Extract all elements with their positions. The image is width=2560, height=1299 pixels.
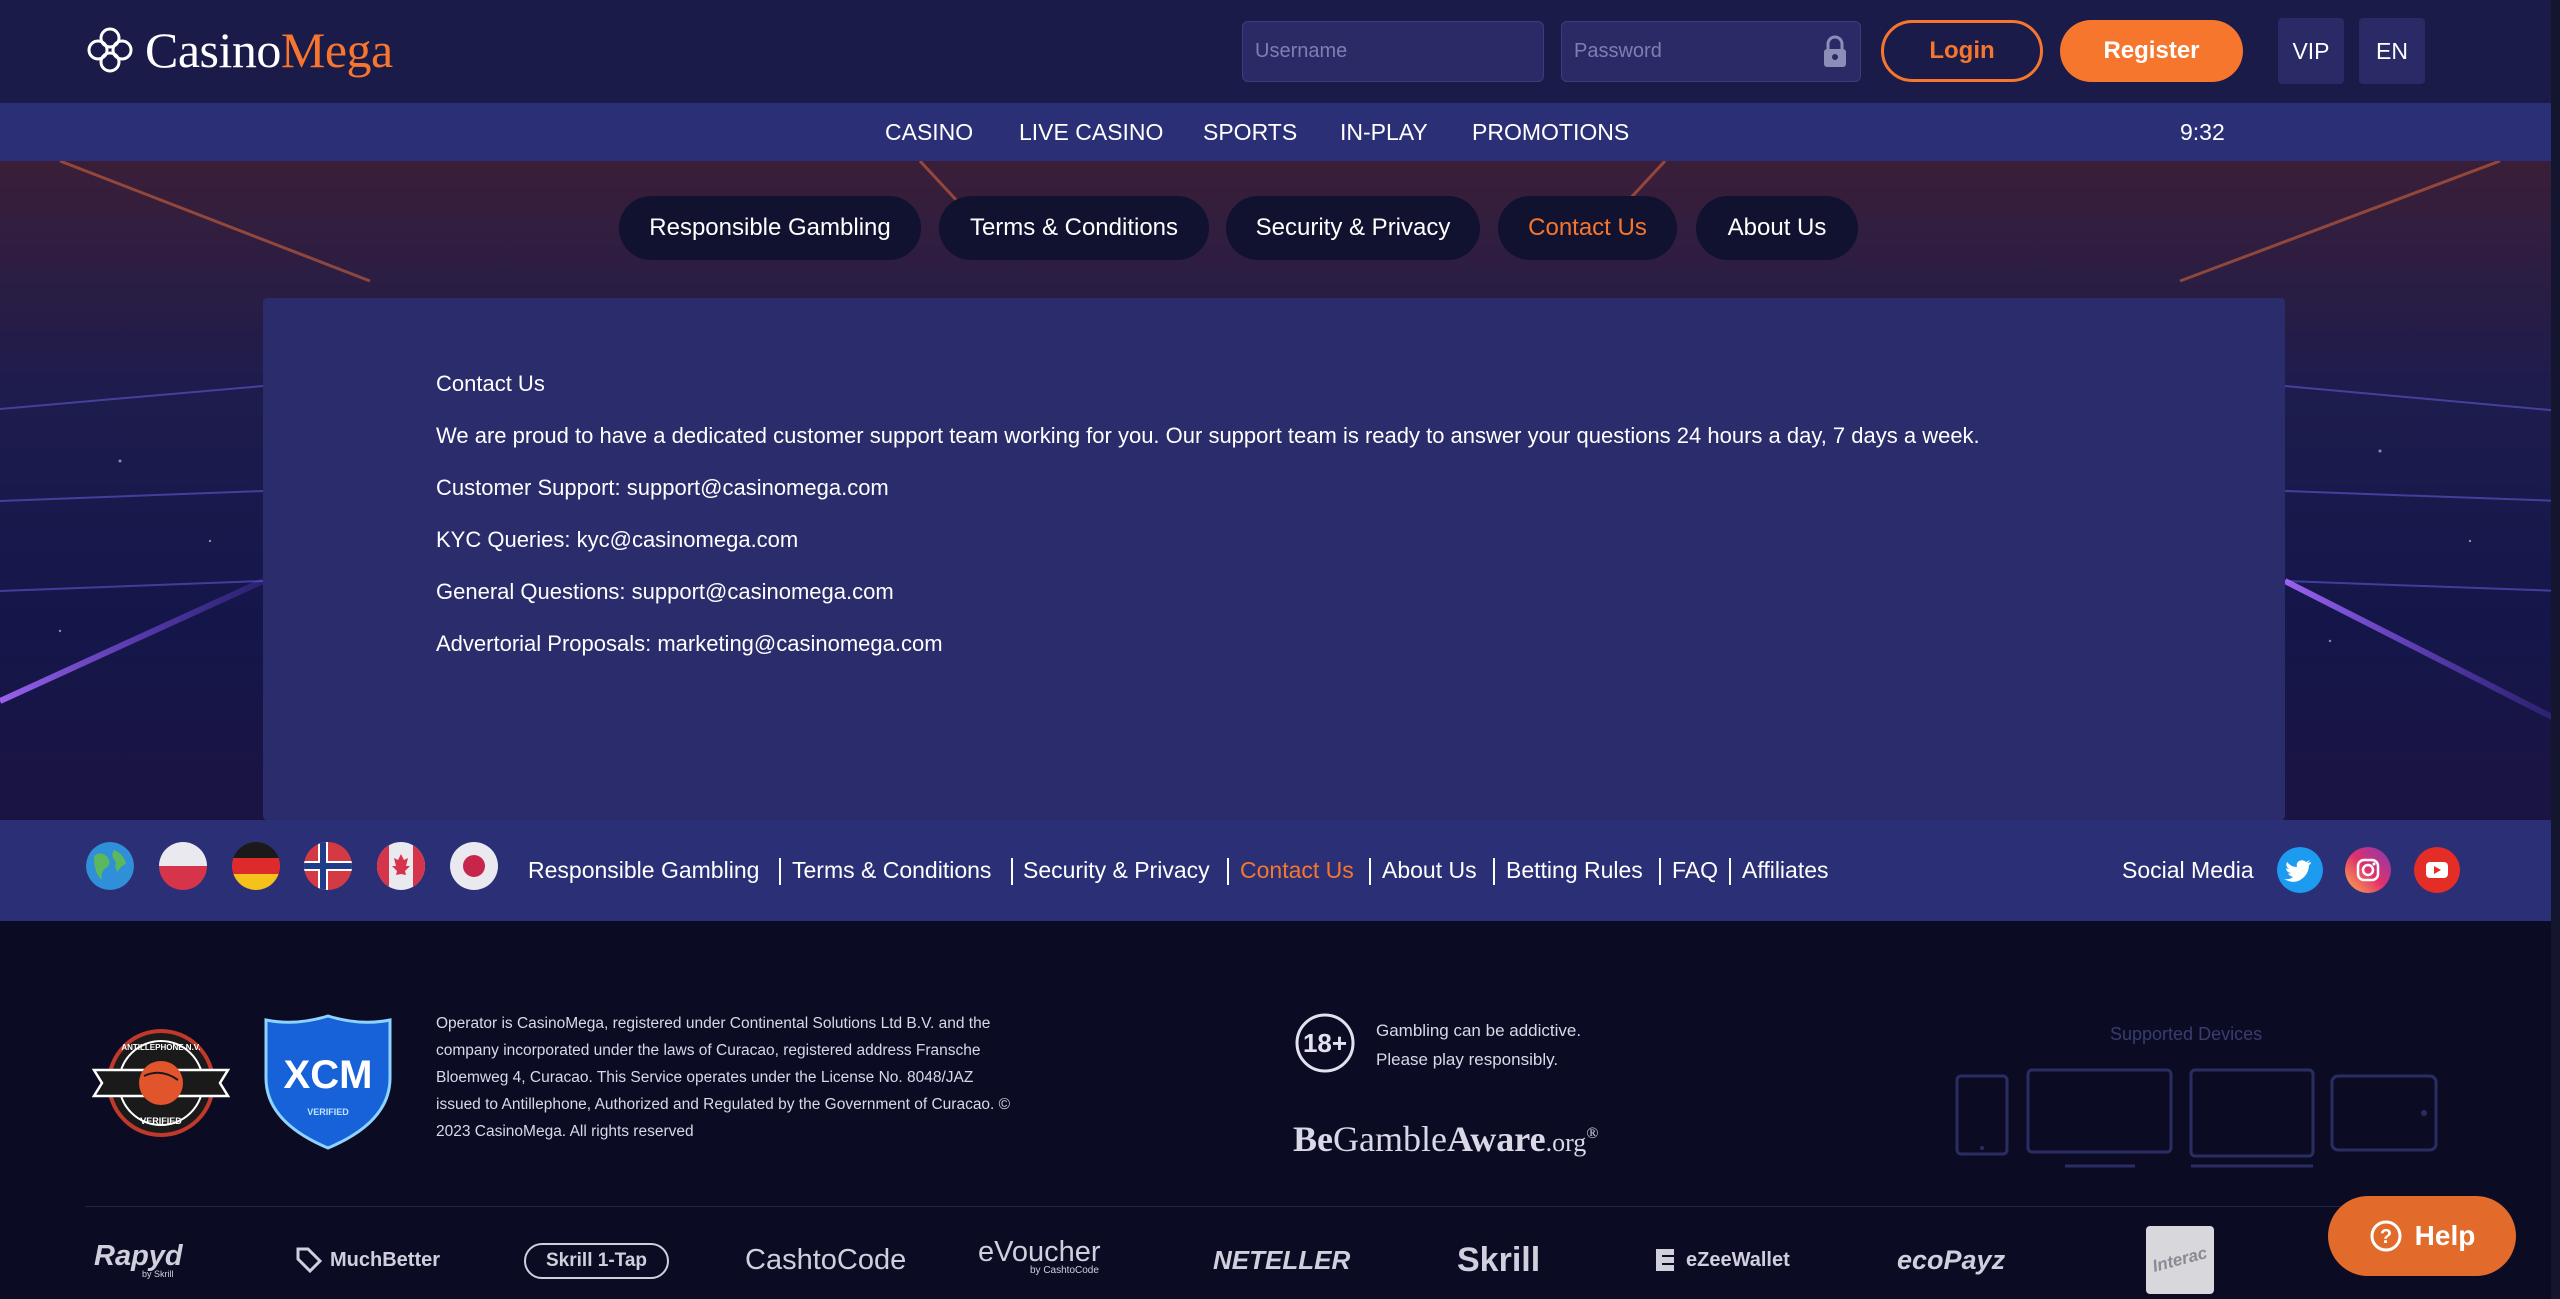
- help-button[interactable]: ? Help: [2328, 1196, 2516, 1276]
- language-button[interactable]: EN: [2359, 18, 2425, 84]
- register-button[interactable]: Register: [2060, 20, 2243, 82]
- svg-text:XCM: XCM: [284, 1053, 373, 1097]
- content-heading: Contact Us: [436, 371, 545, 396]
- footer-link-separator: [1729, 858, 1731, 885]
- gambling-warning: Gambling can be addictive. Please play r…: [1376, 1021, 1582, 1069]
- footer-link-separator: [1493, 858, 1495, 885]
- contact-line: KYC Queries: kyc@casinomega.com: [436, 527, 799, 552]
- footer-links-bar: Responsible Gambling Terms & Conditions …: [0, 820, 2560, 921]
- tab-contact-us[interactable]: Contact Us: [1498, 196, 1677, 260]
- payment-ezeewallet-logo: eZeeWallet: [1652, 1240, 1790, 1280]
- username-input[interactable]: Username: [1242, 21, 1544, 82]
- youtube-icon[interactable]: [2414, 847, 2460, 893]
- payment-rapyd-logo: Rapyd by Skrill: [94, 1240, 183, 1279]
- payment-neteller-logo: NETELLER: [1213, 1244, 1351, 1275]
- logo-text: CasinoMega: [145, 22, 393, 78]
- content-panel: [263, 298, 2285, 820]
- payment-interac-logo: Interac: [2146, 1226, 2214, 1294]
- footer-link-separator: [779, 858, 781, 885]
- svg-text:18+: 18+: [1303, 1028, 1347, 1058]
- svg-text:?: ?: [2380, 1226, 2392, 1248]
- globe-icon[interactable]: [86, 842, 134, 890]
- tab-terms-conditions[interactable]: Terms & Conditions: [939, 196, 1209, 260]
- antillephone-verified-badge[interactable]: ANTILLEPHONE N.V. VERIFIED: [90, 1028, 232, 1138]
- poland-flag-icon[interactable]: [159, 842, 207, 890]
- login-button[interactable]: Login: [1881, 20, 2043, 82]
- footer-link-security-privacy[interactable]: Security & Privacy: [1023, 820, 1210, 921]
- germany-flag-icon[interactable]: [232, 842, 280, 890]
- nav-sports[interactable]: SPORTS: [1203, 103, 1297, 161]
- clover-logo-icon: [87, 27, 133, 73]
- footer-link-separator: [1659, 858, 1661, 885]
- vip-button[interactable]: VIP: [2278, 18, 2344, 84]
- footer-link-separator: [1369, 858, 1371, 885]
- nav-live-casino[interactable]: LIVE CASINO: [1019, 103, 1163, 161]
- nav-in-play[interactable]: IN-PLAY: [1340, 103, 1428, 161]
- age-18-plus-icon: 18+: [1295, 1013, 1355, 1073]
- footer-link-separator: [1227, 858, 1229, 885]
- nav-casino[interactable]: CASINO: [885, 103, 973, 161]
- contact-line: General Questions: support@casinomega.co…: [436, 579, 894, 604]
- tab-responsible-gambling[interactable]: Responsible Gambling: [619, 196, 921, 260]
- svg-text:VERIFIED: VERIFIED: [307, 1107, 349, 1117]
- lock-icon[interactable]: [1822, 35, 1848, 69]
- footer-link-faq[interactable]: FAQ: [1672, 820, 1718, 921]
- footer-link-about-us[interactable]: About Us: [1382, 820, 1477, 921]
- xcm-verified-badge[interactable]: XCM VERIFIED: [262, 1012, 394, 1152]
- content-intro: We are proud to have a dedicated custome…: [436, 423, 1980, 448]
- footer-link-contact-us[interactable]: Contact Us: [1240, 820, 1354, 921]
- clock-time: 9:32: [2180, 119, 2225, 145]
- contact-line: Advertorial Proposals: marketing@casinom…: [436, 631, 943, 656]
- payment-evoucher-logo: eVoucher by CashtoCode: [978, 1236, 1101, 1276]
- site-header: CasinoMega Username Password Login Regis…: [0, 0, 2560, 103]
- payment-skrill-1tap-logo: Skrill 1-Tap: [524, 1243, 670, 1279]
- japan-flag-icon[interactable]: [450, 842, 498, 890]
- site-logo[interactable]: CasinoMega: [85, 18, 393, 82]
- payment-skrill-logo: Skrill: [1457, 1240, 1541, 1279]
- tab-about-us[interactable]: About Us: [1696, 196, 1858, 260]
- ezeewallet-icon: [1656, 1249, 1674, 1271]
- svg-text:VERIFIED: VERIFIED: [140, 1116, 182, 1126]
- contact-line: Customer Support: support@casinomega.com: [436, 475, 889, 500]
- begambleaware-logo[interactable]: BeGambleAware.org®: [1293, 1118, 1598, 1160]
- help-question-icon: ?: [2370, 1220, 2402, 1252]
- supported-devices-icons: [1955, 1068, 2438, 1168]
- footer-link-terms-conditions[interactable]: Terms & Conditions: [792, 820, 991, 921]
- footer-link-separator: [1011, 858, 1013, 885]
- payment-ecopayz-logo: ecoPayz: [1897, 1244, 2006, 1275]
- footer-link-affiliates[interactable]: Affiliates: [1742, 820, 1829, 921]
- nav-promotions[interactable]: PROMOTIONS: [1472, 103, 1629, 161]
- footer-link-betting-rules[interactable]: Betting Rules: [1506, 820, 1643, 921]
- footer-divider: [85, 1206, 2475, 1207]
- twitter-icon[interactable]: [2277, 847, 2323, 893]
- tab-security-privacy[interactable]: Security & Privacy: [1226, 196, 1480, 260]
- norway-flag-icon[interactable]: [304, 842, 352, 890]
- muchbetter-icon: [296, 1247, 323, 1274]
- footer-link-responsible-gambling[interactable]: Responsible Gambling: [528, 820, 759, 921]
- payment-cashtocode-logo: CashtoCode: [745, 1243, 907, 1276]
- legal-notice: Operator is CasinoMega, registered under…: [436, 1015, 1011, 1140]
- social-media-label: Social Media: [2122, 857, 2254, 883]
- page-scrollbar[interactable]: [2551, 0, 2560, 1299]
- payment-muchbetter-logo: MuchBetter: [294, 1240, 440, 1280]
- password-input[interactable]: Password: [1561, 21, 1861, 82]
- canada-flag-icon[interactable]: [377, 842, 425, 890]
- supported-devices-label: Supported Devices: [2110, 1024, 2263, 1044]
- main-nav: CASINO LIVE CASINO SPORTS IN-PLAY PROMOT…: [0, 103, 2560, 161]
- svg-text:ANTILLEPHONE N.V.: ANTILLEPHONE N.V.: [121, 1043, 200, 1052]
- instagram-icon[interactable]: [2345, 847, 2391, 893]
